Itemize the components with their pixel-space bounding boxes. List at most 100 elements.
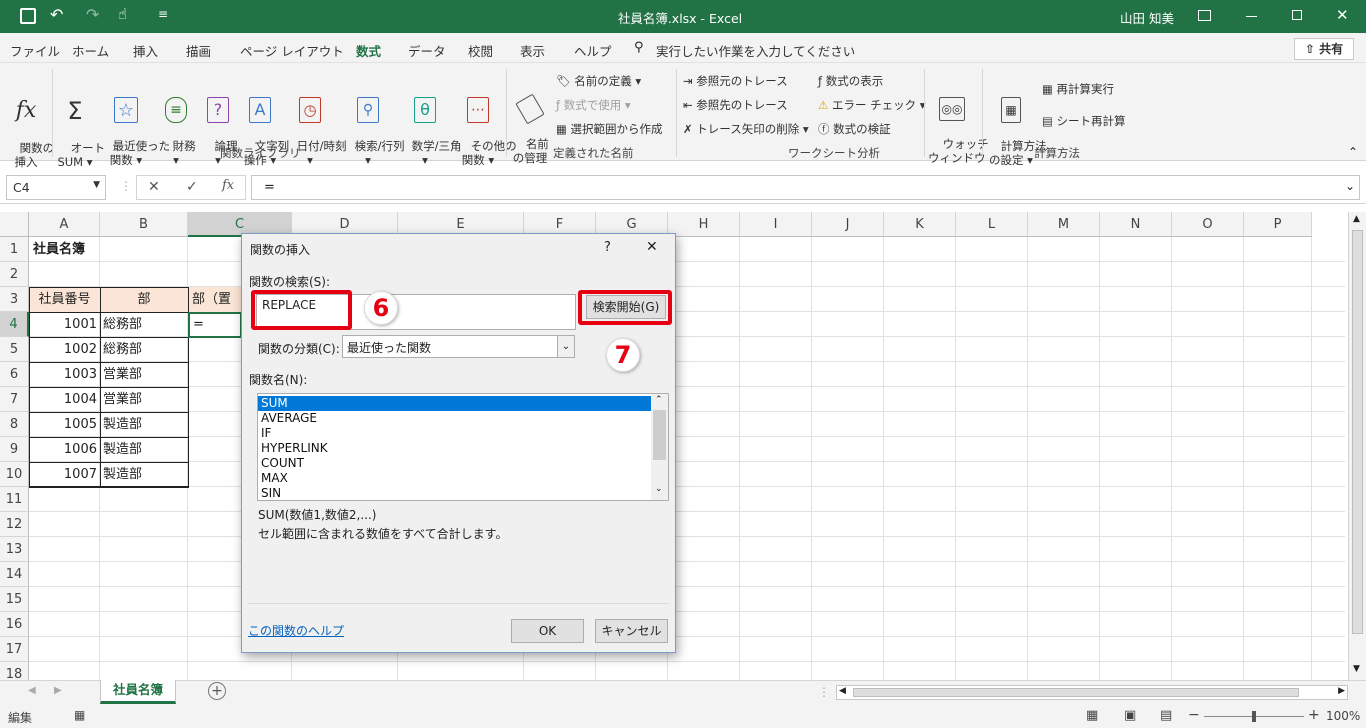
sheet-tab-active[interactable]: 社員名簿 (100, 680, 176, 704)
function-list[interactable]: SUM AVERAGE IF HYPERLINK COUNT MAX SIN ⌃ ⌄ (257, 393, 669, 501)
column-header-k[interactable]: K (884, 212, 956, 237)
category-dropdown-icon[interactable]: ⌄ (557, 336, 574, 357)
prev-sheet-icon[interactable]: ◀ (28, 685, 36, 696)
calc-now-button[interactable]: ▦ 再計算実行 (1042, 81, 1114, 97)
lookup-button[interactable]: ⚲ 検索/行列 ▾ (340, 69, 405, 181)
row-header-17[interactable]: 17 (0, 637, 29, 662)
column-header-m[interactable]: M (1028, 212, 1100, 237)
cell-employee-no[interactable]: 1001 (29, 312, 97, 337)
row-header-10[interactable]: 10 (0, 462, 29, 487)
function-list-item[interactable]: COUNT (258, 456, 652, 471)
ok-button[interactable]: OK (511, 619, 584, 643)
calc-options-button[interactable]: ▦ 計算方法 の設定 ▾ (986, 69, 1047, 181)
insert-function-fx-icon[interactable]: fx (222, 178, 234, 193)
row-header-14[interactable]: 14 (0, 562, 29, 587)
cell-department[interactable]: 製造部 (103, 412, 142, 437)
next-sheet-icon[interactable]: ▶ (54, 685, 62, 696)
cell-department[interactable]: 製造部 (103, 437, 142, 462)
evaluate-formula-button[interactable]: ⓕ 数式の検証 (818, 121, 891, 137)
zoom-level[interactable]: 100% (1326, 709, 1360, 723)
row-header-16[interactable]: 16 (0, 612, 29, 637)
column-header-p[interactable]: P (1244, 212, 1312, 237)
scroll-up-icon[interactable]: ▲ (1353, 214, 1360, 224)
function-list-scrollbar[interactable]: ⌃ ⌄ (651, 394, 668, 500)
header-department[interactable]: 部 (100, 287, 188, 312)
cell-a1-title[interactable]: 社員名簿 (33, 237, 85, 262)
customize-qat-icon[interactable]: ≡ (158, 7, 168, 21)
zoom-out-icon[interactable]: − (1188, 707, 1200, 723)
close-icon[interactable]: ✕ (1336, 6, 1349, 24)
text-button[interactable]: A 文字列 操作 ▾ (240, 69, 289, 181)
row-header-11[interactable]: 11 (0, 487, 29, 512)
cell-employee-no[interactable]: 1007 (29, 462, 97, 487)
ribbon-display-icon[interactable] (1198, 10, 1211, 21)
function-list-item[interactable]: IF (258, 426, 652, 441)
column-header-l[interactable]: L (956, 212, 1028, 237)
cell-department[interactable]: 営業部 (103, 387, 142, 412)
list-scroll-thumb[interactable] (653, 410, 666, 460)
column-header-n[interactable]: N (1100, 212, 1172, 237)
row-header-13[interactable]: 13 (0, 537, 29, 562)
column-header-b[interactable]: B (100, 212, 188, 237)
function-list-item[interactable]: AVERAGE (258, 411, 652, 426)
column-header-a[interactable]: A (29, 212, 100, 237)
error-check-button[interactable]: ⚠ エラー チェック ▾ (818, 97, 926, 113)
category-select[interactable]: 最近使った関数 ⌄ (342, 335, 575, 358)
function-help-link[interactable]: この関数のヘルプ (248, 622, 344, 639)
autosum-button[interactable]: Σ オート SUM ▾ (56, 69, 105, 183)
row-header-3[interactable]: 3 (0, 287, 29, 312)
row-header-7[interactable]: 7 (0, 387, 29, 412)
calc-sheet-button[interactable]: ▤ シート再計算 (1042, 113, 1126, 129)
minimize-icon[interactable] (1246, 16, 1257, 17)
financial-button[interactable]: ≡ 財務 ▾ (158, 69, 196, 181)
tab-home[interactable]: ホーム (72, 41, 109, 60)
column-header-i[interactable]: I (740, 212, 812, 237)
zoom-slider[interactable] (1204, 711, 1304, 722)
insert-function-button[interactable]: fx 関数の 挿入 (5, 69, 55, 183)
trace-dependents-button[interactable]: ⇤ 参照先のトレース (683, 97, 788, 113)
logical-button[interactable]: ? 論理 ▾ (200, 69, 238, 181)
macro-record-icon[interactable]: ▦ (74, 708, 85, 722)
zoom-in-icon[interactable]: + (1308, 707, 1320, 723)
header-replaced[interactable]: 部（置 (192, 287, 242, 312)
tab-view[interactable]: 表示 (520, 41, 545, 60)
worksheet-grid[interactable]: ABCDEFGHIJKLMNOP 1 2 3 4 5 6 7 8 9 10 11 12 13 14 15 16… (0, 212, 1366, 687)
tab-insert[interactable]: 挿入 (133, 41, 158, 60)
share-button[interactable]: ⇧ 共有 (1294, 38, 1354, 60)
page-layout-view-icon[interactable]: ▣ (1124, 708, 1136, 723)
column-header-h[interactable]: H (668, 212, 740, 237)
row-header-4[interactable]: 4 (0, 312, 29, 337)
function-list-item[interactable]: MAX (258, 471, 652, 486)
watch-window-button[interactable]: ◎◎ ウォッチ ウィンドウ (928, 69, 989, 179)
tab-data[interactable]: データ (408, 41, 446, 60)
tab-review[interactable]: 校閲 (468, 41, 493, 60)
more-functions-button[interactable]: ⋯ その他の 関数 ▾ (456, 69, 517, 181)
row-header-8[interactable]: 8 (0, 412, 29, 437)
cancel-entry-icon[interactable]: ✕ (148, 179, 160, 195)
horizontal-scrollbar[interactable]: ◀ ▶ (836, 685, 1348, 700)
tab-help[interactable]: ヘルプ (574, 41, 612, 60)
normal-view-icon[interactable]: ▦ (1086, 708, 1098, 723)
cancel-button[interactable]: キャンセル (595, 619, 668, 643)
cell-employee-no[interactable]: 1003 (29, 362, 97, 387)
vertical-scroll-thumb[interactable] (1352, 230, 1363, 634)
row-header-5[interactable]: 5 (0, 337, 29, 362)
cell-employee-no[interactable]: 1006 (29, 437, 97, 462)
dialog-help-button[interactable]: ? (604, 240, 611, 255)
expand-formula-bar-icon[interactable]: ⌄ (1345, 179, 1355, 193)
row-header-2[interactable]: 2 (0, 262, 29, 287)
column-header-j[interactable]: J (812, 212, 884, 237)
tab-page-layout[interactable]: ページ レイアウト (240, 41, 344, 60)
tab-split-icon[interactable]: ⋮ (818, 685, 830, 699)
redo-icon[interactable]: ↷ (86, 5, 99, 24)
list-scroll-down-icon[interactable]: ⌄ (655, 484, 663, 494)
undo-icon[interactable]: ↶ (50, 5, 63, 24)
touch-mode-icon[interactable]: ☝ (118, 5, 127, 23)
collapse-ribbon-icon[interactable]: ⌃ (1348, 145, 1358, 159)
scroll-right-icon[interactable]: ▶ (1338, 686, 1345, 696)
add-sheet-icon[interactable]: + (208, 682, 226, 700)
cell-employee-no[interactable]: 1005 (29, 412, 97, 437)
tell-me-input[interactable]: 実行したい作業を入力してください (656, 41, 855, 60)
row-header-9[interactable]: 9 (0, 437, 29, 462)
function-list-item[interactable]: SUM (258, 396, 652, 411)
